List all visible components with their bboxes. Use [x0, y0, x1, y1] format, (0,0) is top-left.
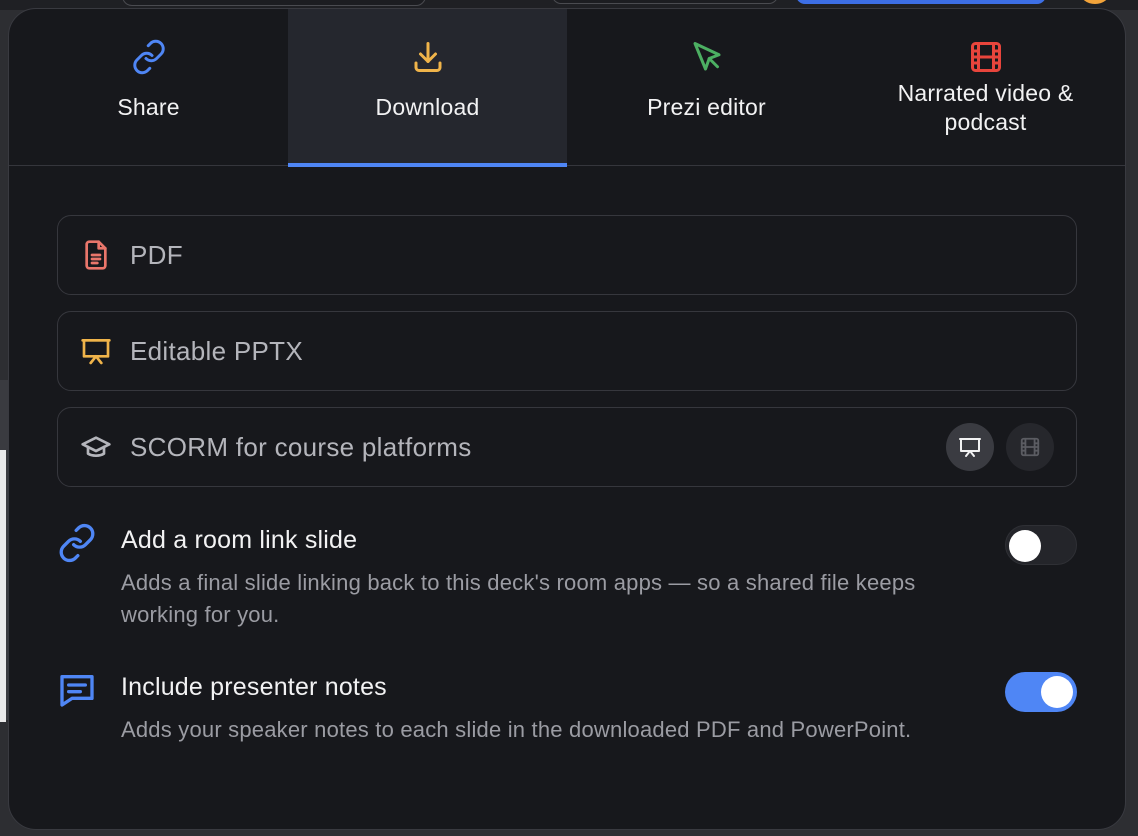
setting-description: Adds your speaker notes to each slide in…: [121, 717, 912, 742]
side-panel-edge-light: [0, 450, 6, 722]
film-icon: [1020, 437, 1040, 457]
download-scorm-option[interactable]: SCORM for course platforms: [57, 407, 1077, 487]
presenter-notes-toggle[interactable]: [1005, 672, 1077, 712]
toggle-knob: [1009, 530, 1041, 562]
option-label: Editable PPTX: [130, 335, 303, 366]
primary-button-partial: [796, 0, 1046, 4]
scorm-presentation-button[interactable]: [946, 423, 994, 471]
download-pdf-option[interactable]: PDF: [57, 215, 1077, 295]
graduation-cap-icon: [80, 431, 112, 463]
presentation-board-icon: [959, 438, 981, 457]
setting-title: Include presenter notes: [121, 673, 387, 701]
tab-download[interactable]: Download: [288, 9, 567, 167]
tab-bar: Share Download Prezi editor Narrated vid…: [9, 9, 1125, 167]
download-icon: [410, 39, 446, 75]
toggle-knob: [1041, 676, 1073, 708]
download-pptx-option[interactable]: Editable PPTX: [57, 311, 1077, 391]
option-label: PDF: [130, 239, 183, 270]
search-field-partial: [122, 0, 426, 6]
speech-bubble-icon: [57, 670, 97, 710]
link-icon: [57, 523, 97, 563]
export-dialog: Share Download Prezi editor Narrated vid…: [8, 8, 1126, 830]
tab-share[interactable]: Share: [9, 9, 288, 165]
tab-label: Download: [375, 94, 480, 120]
room-link-toggle[interactable]: [1005, 525, 1077, 565]
tab-prezi-editor[interactable]: Prezi editor: [567, 9, 846, 165]
tab-narrated-video[interactable]: Narrated video & podcast: [846, 9, 1125, 165]
scorm-video-button[interactable]: [1006, 423, 1054, 471]
option-label: SCORM for course platforms: [130, 431, 472, 462]
toolbar-control-partial: [552, 0, 778, 4]
film-icon: [968, 39, 1004, 75]
setting-description: Adds a final slide linking back to this …: [121, 570, 916, 627]
link-icon: [131, 39, 167, 75]
tab-label: Narrated video & podcast: [897, 80, 1074, 135]
cursor-arrow-icon: [689, 39, 725, 75]
tab-label: Share: [117, 94, 180, 120]
presentation-board-icon: [80, 335, 112, 367]
setting-title: Add a room link slide: [121, 526, 358, 554]
tab-label: Prezi editor: [647, 94, 766, 120]
document-icon: [80, 239, 112, 271]
